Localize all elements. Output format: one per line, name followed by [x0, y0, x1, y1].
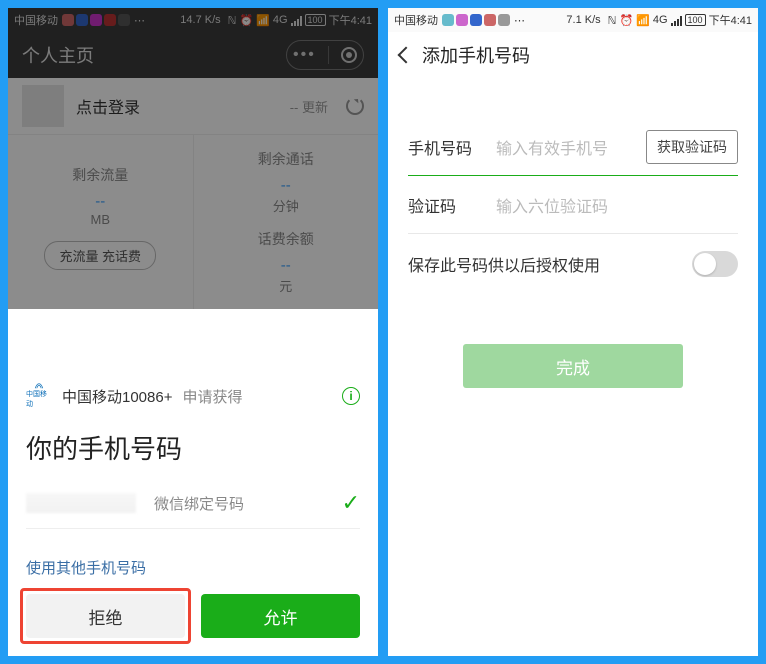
call-label: 剩余通话: [200, 149, 373, 169]
carrier: 中国移动: [394, 12, 438, 28]
net-speed: 7.1 K/s: [566, 14, 600, 26]
code-label: 验证码: [408, 193, 484, 217]
app-name: 中国移动10086+: [62, 386, 172, 407]
page-title: 个人主页: [22, 42, 94, 68]
auth-sheet: 中国移动 中国移动10086+ 申请获得 i 你的手机号码 微信绑定号码 ✓ 使…: [8, 369, 378, 656]
recharge-button[interactable]: 充流量 充话费: [44, 241, 156, 270]
use-other-phone[interactable]: 使用其他手机号码: [26, 557, 360, 578]
balance-unit: 元: [200, 276, 373, 295]
done-button[interactable]: 完成: [463, 344, 683, 388]
notif-icons: [442, 14, 510, 26]
nfc-icon: ℕ: [228, 14, 237, 27]
update-text: -- 更新: [290, 97, 328, 116]
save-text: 保存此号码供以后授权使用: [408, 252, 692, 276]
allow-label: 允许: [264, 604, 298, 629]
more-icon: ⋯: [134, 14, 145, 27]
get-code-button[interactable]: 获取验证码: [646, 130, 738, 164]
alarm-icon: ⏰: [619, 14, 633, 27]
code-input[interactable]: 输入六位验证码: [496, 193, 738, 217]
phone-option[interactable]: 微信绑定号码 ✓: [26, 490, 360, 529]
check-icon: ✓: [342, 490, 360, 516]
net-type: 4G: [273, 14, 288, 26]
miniprogram-capsule[interactable]: •••: [286, 40, 364, 70]
phone-input[interactable]: 输入有效手机号: [496, 135, 634, 159]
carrier: 中国移动: [14, 12, 58, 28]
wifi-icon: 📶: [256, 14, 270, 27]
sheet-title: 你的手机号码: [26, 429, 360, 466]
net-type: 4G: [653, 14, 668, 26]
nfc-icon: ℕ: [608, 14, 617, 27]
balance-value: --: [200, 257, 373, 274]
traffic-value: --: [14, 193, 187, 210]
signal-icon: [291, 14, 302, 26]
phone-field[interactable]: 手机号码 输入有效手机号 获取验证码: [408, 118, 738, 176]
traffic-unit: MB: [14, 212, 187, 227]
allow-button[interactable]: 允许: [201, 594, 360, 638]
signal-icon: [671, 14, 682, 26]
close-icon[interactable]: [341, 47, 357, 63]
code-field[interactable]: 验证码 输入六位验证码: [408, 176, 738, 234]
refresh-icon[interactable]: [346, 97, 364, 115]
page-title: 添加手机号码: [422, 42, 530, 68]
stats-panel: 剩余流量 -- MB 充流量 充话费 剩余通话 -- 分钟 话费余额 -- 元: [8, 134, 378, 309]
info-icon[interactable]: i: [342, 387, 360, 405]
clock: 下午4:41: [329, 12, 372, 28]
call-value: --: [200, 177, 373, 194]
deny-label: 拒绝: [89, 604, 123, 629]
save-row: 保存此号码供以后授权使用: [408, 234, 738, 294]
menu-icon[interactable]: •••: [293, 46, 316, 64]
done-label: 完成: [556, 354, 590, 379]
phone-number-masked: [26, 493, 136, 513]
request-text: 申请获得: [182, 386, 242, 407]
login-text[interactable]: 点击登录: [76, 94, 278, 118]
battery-icon: 100: [305, 14, 326, 26]
balance-label: 话费余额: [200, 229, 373, 249]
user-row[interactable]: 点击登录 -- 更新: [8, 78, 378, 134]
status-bar: 中国移动 ⋯ 7.1 K/s ℕ ⏰ 📶 4G 100 下午4:41: [388, 8, 758, 32]
battery-icon: 100: [685, 14, 706, 26]
title-bar: 个人主页 •••: [8, 32, 378, 78]
deny-button[interactable]: 拒绝: [26, 594, 185, 638]
status-bar: 中国移动 ⋯ 14.7 K/s ℕ ⏰ 📶 4G 100 下午4:41: [8, 8, 378, 32]
save-toggle[interactable]: [692, 251, 738, 277]
clock: 下午4:41: [709, 12, 752, 28]
avatar: [22, 85, 64, 127]
back-icon[interactable]: [398, 47, 415, 64]
wifi-icon: 📶: [636, 14, 650, 27]
phone-desc: 微信绑定号码: [154, 493, 324, 514]
net-speed: 14.7 K/s: [180, 14, 220, 26]
alarm-icon: ⏰: [239, 14, 253, 27]
traffic-label: 剩余流量: [14, 165, 187, 185]
app-logo-icon: 中国移动: [26, 383, 52, 409]
notif-icons: [62, 14, 130, 26]
more-icon: ⋯: [514, 14, 525, 27]
phone-label: 手机号码: [408, 135, 484, 159]
call-unit: 分钟: [200, 196, 373, 215]
top-bar: 添加手机号码: [388, 32, 758, 78]
